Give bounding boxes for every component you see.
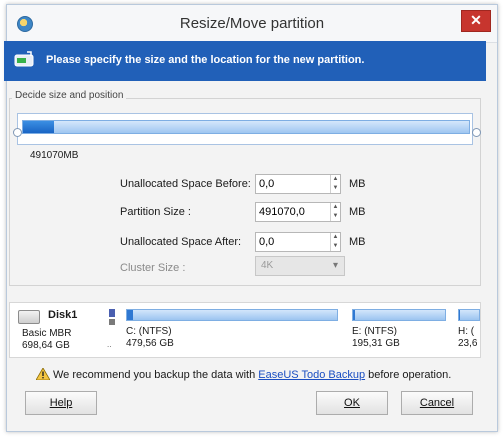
slider-left-handle[interactable]	[13, 128, 22, 137]
banner-text: Please specify the size and the location…	[46, 54, 365, 66]
partition-h-name: H: (	[458, 326, 475, 337]
unalloc-before-label: Unallocated Space Before:	[120, 178, 251, 190]
unalloc-after-label: Unallocated Space After:	[120, 236, 242, 248]
partition-c-name: C: (NTFS)	[126, 326, 172, 337]
partition-c-size: 479,56 GB	[126, 338, 174, 349]
partition-size-stepper[interactable]: ▲▼	[255, 202, 341, 222]
dialog-title: Resize/Move partition	[179, 15, 325, 32]
unalloc-after-stepper[interactable]: ▲▼	[255, 232, 341, 252]
partition-e[interactable]: E: (NTFS) 195,31 GB	[352, 309, 446, 349]
ok-button[interactable]: OK	[316, 391, 388, 415]
partition-size-label: Partition Size :	[120, 206, 191, 218]
unalloc-after-unit: MB	[349, 236, 366, 248]
slider-size-label: 491070MB	[30, 150, 79, 161]
partition-e-bar	[352, 309, 446, 321]
hard-disk-icon	[18, 310, 40, 324]
stepper-arrows-icon[interactable]: ▲ ▼	[330, 203, 340, 221]
unalloc-before-unit: MB	[349, 178, 366, 190]
todo-backup-link[interactable]: EaseUS Todo Backup	[258, 369, 365, 381]
stepper-arrows-icon[interactable]: ▲ ▼	[330, 233, 340, 251]
partition-resize-icon	[14, 51, 34, 67]
help-label: Help	[49, 397, 73, 409]
slider-right-handle[interactable]	[472, 128, 481, 137]
group-title: Decide size and position	[12, 90, 127, 101]
partition-h[interactable]: H: ( 23,6	[458, 309, 480, 349]
partition-c-bar	[126, 309, 338, 321]
partition-slider[interactable]	[17, 113, 473, 145]
partition-h-size: 23,6	[458, 338, 478, 349]
partition-h-used	[459, 310, 460, 320]
unalloc-before-input[interactable]	[256, 175, 331, 193]
cluster-size-value: 4K	[261, 260, 274, 271]
slider-fill	[23, 121, 55, 133]
warning-icon	[36, 368, 50, 380]
cluster-size-select: 4K ▾	[255, 256, 345, 276]
cancel-label: Cancel	[419, 397, 455, 409]
cancel-button[interactable]: Cancel	[401, 391, 473, 415]
close-button[interactable]: ✕	[461, 10, 491, 32]
unalloc-before-stepper[interactable]: ▲▼	[255, 174, 341, 194]
help-button[interactable]: Help	[25, 391, 97, 415]
stepper-arrows-icon[interactable]: ▲ ▼	[330, 175, 340, 193]
notice-text-before: We recommend you backup the data with	[53, 369, 259, 381]
partition-c-used	[127, 310, 134, 320]
partition-size-unit: MB	[349, 206, 366, 218]
backup-notice: We recommend you backup the data with Ea…	[36, 368, 451, 381]
cluster-size-label: Cluster Size :	[120, 262, 186, 274]
partition-c[interactable]: C: (NTFS) 479,56 GB	[126, 309, 338, 349]
partition-size-input[interactable]	[256, 203, 331, 221]
title-bar[interactable]: Resize/Move partition ✕	[7, 5, 497, 43]
disk-size: 698,64 GB	[22, 340, 70, 351]
notice-text-after: before operation.	[365, 369, 452, 381]
info-banner: Please specify the size and the location…	[4, 41, 486, 81]
ok-label: OK	[344, 397, 360, 409]
partition-h-bar	[458, 309, 480, 321]
disk-name: Disk1	[48, 309, 78, 321]
chevron-down-icon: ▾	[332, 260, 338, 271]
unalloc-after-input[interactable]	[256, 233, 331, 251]
partition-e-name: E: (NTFS)	[352, 326, 397, 337]
disk-type: Basic MBR	[22, 328, 72, 339]
partition-e-size: 195,31 GB	[352, 338, 400, 349]
disk-divider-icon: ..	[107, 309, 115, 349]
partition-e-used	[353, 310, 355, 320]
disk-map: Disk1 Basic MBR 698,64 GB .. C: (NTFS) 4…	[9, 302, 481, 358]
slider-bar[interactable]	[22, 120, 470, 134]
svg-text:..: ..	[107, 340, 111, 349]
